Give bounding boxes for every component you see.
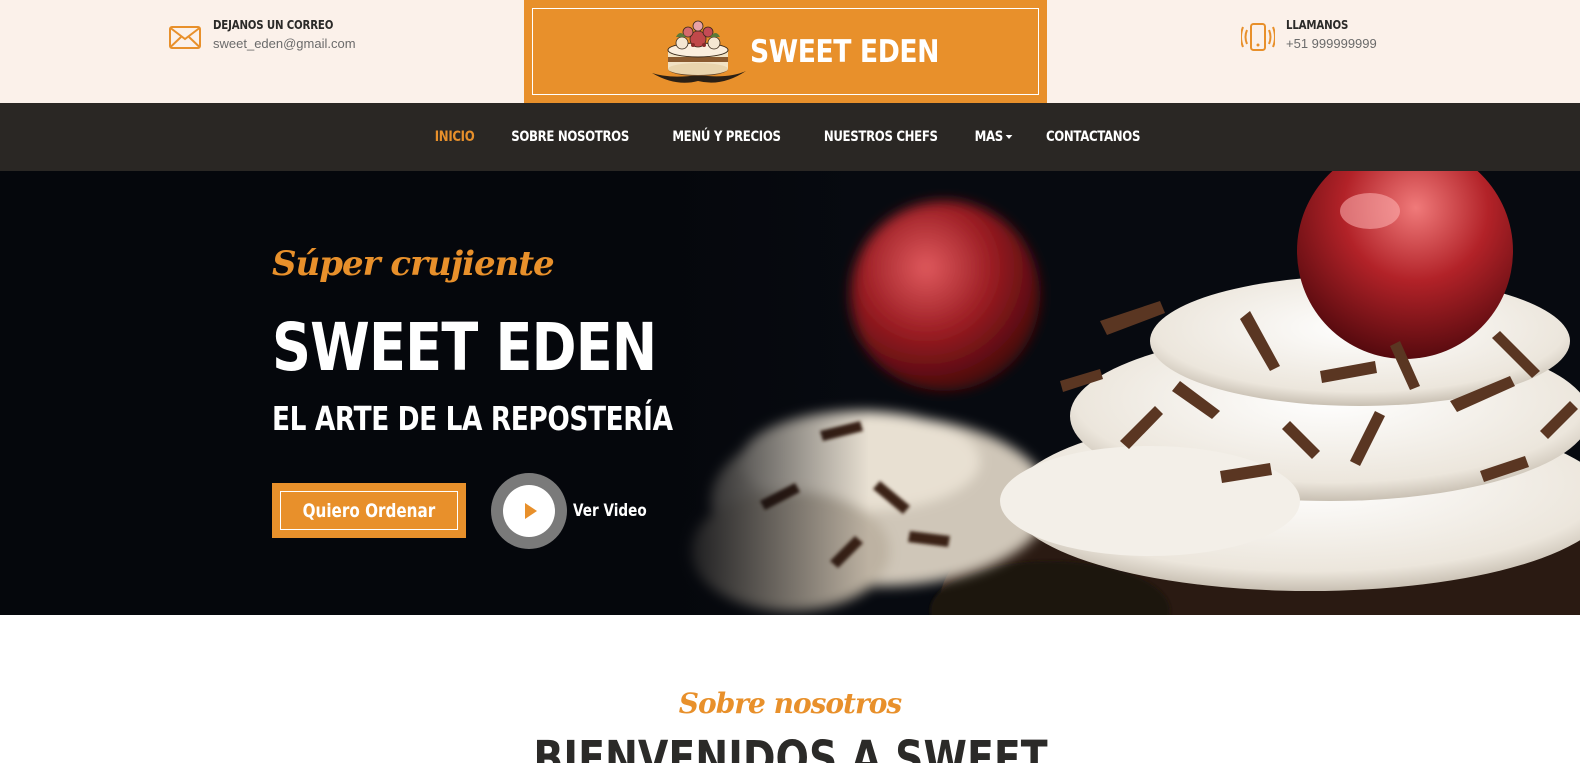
nav-item-sobre-nosotros[interactable]: SOBRE NOSOTROS	[511, 129, 629, 145]
nav-item-contactanos[interactable]: CONTACTANOS	[1046, 129, 1140, 145]
order-button[interactable]: Quiero Ordenar	[272, 483, 466, 538]
play-button-circle	[503, 485, 555, 537]
about-tagline: Sobre nosotros	[678, 687, 902, 720]
phone-vibrate-icon	[1241, 23, 1275, 51]
order-button-label: Quiero Ordenar	[302, 499, 436, 522]
hero-title: SWEET EDEN	[272, 309, 657, 386]
nav-item-mas-label: MAS	[974, 129, 1003, 145]
about-section: Sobre nosotros BIENVENIDOS A SWEET	[0, 615, 1580, 763]
hero-banner: Súper crujiente SWEET EDEN EL ARTE DE LA…	[0, 171, 1580, 615]
chevron-down-icon	[1004, 135, 1012, 139]
phone-value[interactable]: +51 999999999	[1286, 34, 1377, 54]
hero-content: Súper crujiente SWEET EDEN EL ARTE DE LA…	[272, 171, 972, 615]
hero-subtitle: EL ARTE DE LA REPOSTERÍA	[272, 399, 673, 438]
logo-frame: SWEET EDEN	[532, 8, 1039, 95]
hero-tagline: Súper crujiente	[272, 244, 555, 284]
nav-item-mas-dropdown[interactable]: MAS	[974, 129, 1012, 145]
envelope-icon	[169, 26, 201, 49]
phone-contact: LLAMANOS +51 999999999	[1241, 16, 1377, 54]
site-logo[interactable]: SWEET EDEN	[524, 0, 1047, 103]
top-bar: DEJANOS UN CORREO sweet_eden@gmail.com S…	[0, 0, 1580, 103]
watch-video-label: Ver Video	[573, 501, 647, 521]
nav-list: INICIO SOBRE NOSOTROS MENÚ Y PRECIOS NUE…	[0, 103, 1580, 171]
email-contact: DEJANOS UN CORREO sweet_eden@gmail.com	[168, 16, 356, 54]
main-nav: INICIO SOBRE NOSOTROS MENÚ Y PRECIOS NUE…	[0, 103, 1580, 171]
nav-item-inicio[interactable]: INICIO	[434, 129, 474, 145]
watch-video-button[interactable]: Ver Video	[491, 473, 665, 549]
about-title: BIENVENIDOS A SWEET	[0, 731, 1580, 763]
play-icon	[524, 503, 537, 519]
order-button-frame: Quiero Ordenar	[280, 491, 458, 530]
cake-logo-icon	[652, 20, 746, 83]
about-title-text: BIENVENIDOS A SWEET	[532, 731, 1048, 763]
nav-item-menu-precios[interactable]: MENÚ Y PRECIOS	[672, 129, 781, 145]
play-button-ring	[491, 473, 567, 549]
email-value[interactable]: sweet_eden@gmail.com	[213, 34, 356, 54]
email-title: DEJANOS UN CORREO	[213, 18, 334, 32]
phone-title: LLAMANOS	[1286, 18, 1349, 32]
nav-item-nuestros-chefs[interactable]: NUESTROS CHEFS	[824, 129, 938, 145]
logo-text: SWEET EDEN	[750, 33, 940, 70]
